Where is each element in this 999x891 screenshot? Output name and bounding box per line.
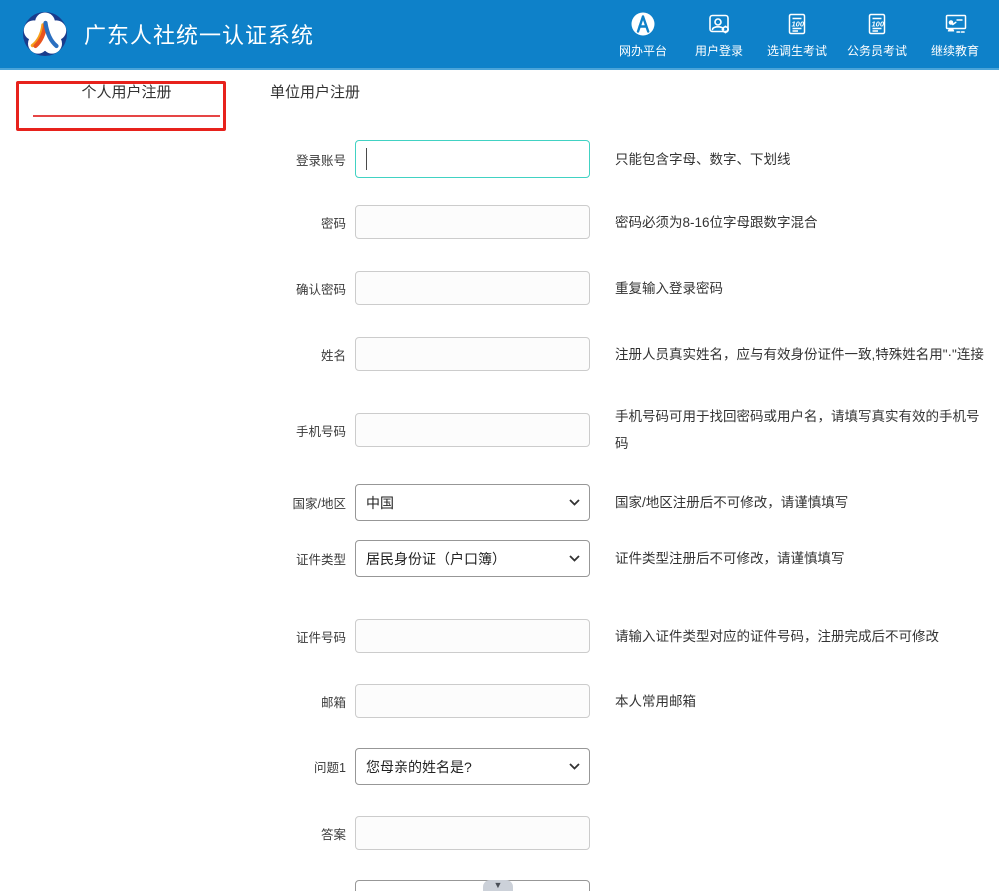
form-row: 证件号码 请输入证件类型对应的证件号码，注册完成后不可修改 [0, 619, 999, 653]
security-question1-value: 您母亲的姓名是? [366, 757, 472, 777]
field-label: 证件类型 [0, 549, 355, 568]
register-tabs: 个人用户注册 单位用户注册 [0, 70, 999, 117]
field-label: 登录账号 [0, 150, 355, 169]
arrow-down-icon: ▼ [494, 880, 503, 891]
form-row: 姓名 注册人员真实姓名，应与有效身份证件一致,特殊姓名用"·"连接 [0, 337, 999, 371]
form-row: 手机号码 手机号码可用于找回密码或用户名，请填写真实有效的手机号码 [0, 403, 999, 457]
field-label: 密码 [0, 213, 355, 232]
nav-item-civil-servant-exam[interactable]: 100 公务员考试 [847, 10, 907, 59]
form-row: 邮箱 本人常用邮箱 [0, 684, 999, 718]
exam-score-100-icon: 100 [784, 10, 810, 37]
form-row: 证件类型 居民身份证（户口簿） 证件类型注册后不可修改，请谨慎填写 [0, 540, 999, 577]
teacher-board-icon [942, 10, 969, 37]
chevron-down-icon [569, 763, 580, 770]
tab-company-register[interactable]: 单位用户注册 [270, 83, 360, 117]
user-gear-icon [706, 10, 732, 37]
nav-label: 继续教育 [931, 42, 979, 59]
form-row: 问题1 您母亲的姓名是? [0, 748, 999, 785]
form-row: 登录账号 只能包含字母、数字、下划线 [0, 140, 999, 178]
field-hint: 本人常用邮箱 [615, 688, 990, 715]
personal-register-form: 登录账号 只能包含字母、数字、下划线 密码 密码必须为8-16位字母跟数字混合 … [0, 117, 999, 891]
nav-label: 用户登录 [695, 42, 743, 59]
security-question2-select[interactable]: 您配偶的生日是? [355, 880, 590, 891]
field-label: 姓名 [0, 345, 355, 364]
nav-label: 公务员考试 [847, 42, 907, 59]
field-label: 确认密码 [0, 279, 355, 298]
svg-text:100: 100 [871, 19, 884, 28]
field-label: 问题1 [0, 757, 355, 776]
field-hint: 密码必须为8-16位字母跟数字混合 [615, 209, 990, 236]
field-hint: 手机号码可用于找回密码或用户名，请填写真实有效的手机号码 [615, 403, 990, 457]
security-answer1-input[interactable] [355, 816, 590, 850]
id-type-select[interactable]: 居民身份证（户口簿） [355, 540, 590, 577]
tab-personal-register[interactable]: 个人用户注册 [33, 83, 220, 117]
login-account-input[interactable] [355, 140, 590, 178]
brand: 广东人社统一认证系统 [22, 11, 314, 57]
field-hint: 证件类型注册后不可修改，请谨慎填写 [615, 545, 990, 572]
nav-item-user-login[interactable]: 用户登录 [691, 10, 747, 59]
app-header: 广东人社统一认证系统 网办平台 用户登录 [0, 0, 999, 70]
id-type-value: 居民身份证（户口簿） [366, 549, 506, 569]
field-hint: 只能包含字母、数字、下划线 [615, 146, 990, 173]
tab-company-label: 单位用户注册 [270, 84, 360, 101]
form-row: 确认密码 重复输入登录密码 [0, 271, 999, 305]
gdhrss-logo-icon [22, 11, 68, 57]
svg-text:100: 100 [791, 19, 804, 28]
field-hint: 注册人员真实姓名，应与有效身份证件一致,特殊姓名用"·"连接 [615, 341, 990, 368]
real-name-input[interactable] [355, 337, 590, 371]
form-row: 国家/地区 中国 国家/地区注册后不可修改，请谨慎填写 [0, 484, 999, 521]
page-title: 广东人社统一认证系统 [84, 18, 314, 50]
exam-score-100-icon: 100 [864, 10, 890, 37]
mobile-number-input[interactable] [355, 413, 590, 447]
country-region-value: 中国 [366, 493, 394, 513]
field-hint: 请输入证件类型对应的证件号码，注册完成后不可修改 [615, 623, 990, 650]
nav-item-continuing-education[interactable]: 继续教育 [927, 10, 983, 59]
field-label: 手机号码 [0, 421, 355, 440]
active-tab-underline [33, 115, 220, 117]
field-label: 邮箱 [0, 692, 355, 711]
field-label: 国家/地区 [0, 493, 355, 512]
field-hint: 国家/地区注册后不可修改，请谨慎填写 [615, 489, 990, 516]
field-hint: 重复输入登录密码 [615, 275, 990, 302]
nav-item-portal[interactable]: 网办平台 [615, 10, 671, 59]
email-input[interactable] [355, 684, 590, 718]
portal-circle-icon [630, 10, 656, 37]
country-region-select[interactable]: 中国 [355, 484, 590, 521]
chevron-down-icon [569, 499, 580, 506]
form-row: 答案 [0, 816, 999, 850]
chevron-down-icon [569, 555, 580, 562]
header-nav: 网办平台 用户登录 100 [615, 10, 999, 59]
id-number-input[interactable] [355, 619, 590, 653]
nav-item-xuandiaosheng-exam[interactable]: 100 选调生考试 [767, 10, 827, 59]
nav-label: 选调生考试 [767, 42, 827, 59]
field-label: 证件号码 [0, 627, 355, 646]
confirm-password-input[interactable] [355, 271, 590, 305]
field-label: 答案 [0, 824, 355, 843]
text-cursor [366, 148, 367, 170]
nav-label: 网办平台 [619, 42, 667, 59]
security-question1-select[interactable]: 您母亲的姓名是? [355, 748, 590, 785]
form-row: 密码 密码必须为8-16位字母跟数字混合 [0, 205, 999, 239]
bottom-clipped-widget: ▼ [483, 880, 513, 891]
password-input[interactable] [355, 205, 590, 239]
tab-personal-label: 个人用户注册 [81, 84, 171, 101]
